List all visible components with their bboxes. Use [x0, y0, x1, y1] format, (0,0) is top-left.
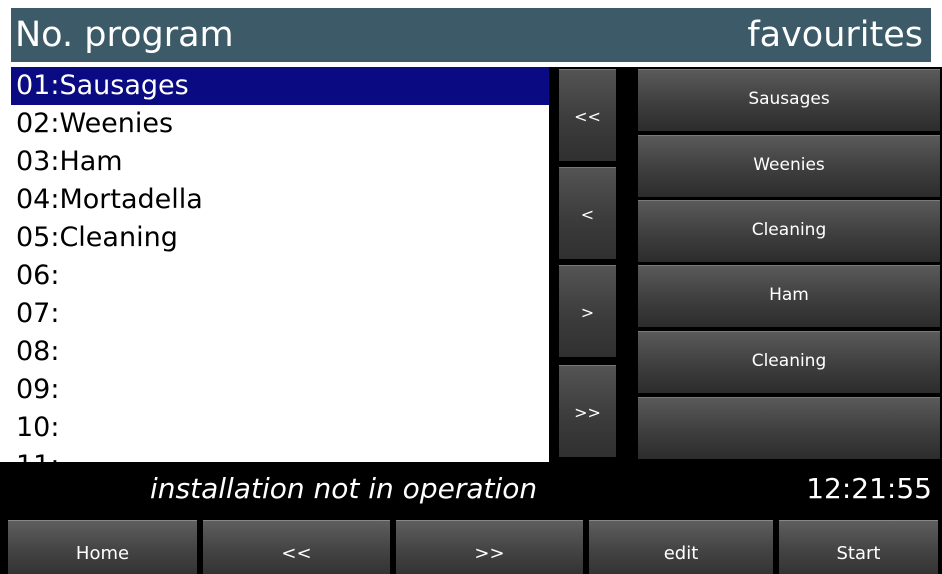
- edit-button-label: edit: [663, 543, 699, 564]
- status-bar: installation not in operation 12:21:55: [0, 462, 942, 516]
- program-list-item[interactable]: 08:: [11, 333, 549, 371]
- program-list-item[interactable]: 10:: [11, 409, 549, 447]
- previous-button-label: <<: [281, 543, 312, 564]
- page-down-label: >: [580, 303, 595, 322]
- favourite-label: Ham: [769, 285, 809, 305]
- program-list[interactable]: 01:Sausages 02:Weenies 03:Ham 04:Mortade…: [11, 67, 549, 462]
- favourite-button[interactable]: [638, 397, 940, 459]
- page-last-label: >>: [574, 403, 601, 422]
- program-list-item[interactable]: 02:Weenies: [11, 105, 549, 143]
- favourite-button[interactable]: Weenies: [638, 135, 940, 197]
- previous-button[interactable]: <<: [203, 520, 390, 574]
- favourite-label: Cleaning: [751, 351, 827, 371]
- page-down-button[interactable]: >: [559, 265, 616, 357]
- start-button-label: Start: [836, 543, 881, 564]
- header-bar: No. program favourites: [11, 8, 931, 62]
- clock: 12:21:55: [806, 472, 932, 505]
- page-first-button[interactable]: <<: [559, 69, 616, 161]
- status-message: installation not in operation: [150, 472, 538, 505]
- favourites-title: favourites: [747, 15, 923, 55]
- home-button-label: Home: [75, 543, 130, 564]
- home-button[interactable]: Home: [8, 520, 197, 574]
- program-list-item[interactable]: 09:: [11, 371, 549, 409]
- favourite-button[interactable]: Cleaning: [638, 200, 940, 262]
- favourite-button[interactable]: Sausages: [638, 69, 940, 131]
- hmi-screen: No. program favourites 01:Sausages 02:We…: [0, 0, 942, 574]
- start-button[interactable]: Start: [779, 520, 938, 574]
- program-list-item[interactable]: 04:Mortadella: [11, 181, 549, 219]
- favourite-label: Sausages: [748, 89, 830, 109]
- program-list-item[interactable]: 03:Ham: [11, 143, 549, 181]
- edit-button[interactable]: edit: [589, 520, 773, 574]
- next-button[interactable]: >>: [396, 520, 583, 574]
- page-first-label: <<: [574, 107, 601, 126]
- favourite-button[interactable]: Cleaning: [638, 331, 940, 393]
- program-list-item[interactable]: 06:: [11, 257, 549, 295]
- program-list-item[interactable]: 11:: [11, 447, 549, 462]
- favourite-label: Cleaning: [751, 220, 827, 240]
- program-list-item[interactable]: 07:: [11, 295, 549, 333]
- page-last-button[interactable]: >>: [559, 365, 616, 457]
- page-up-button[interactable]: <: [559, 167, 616, 259]
- program-list-item[interactable]: 01:Sausages: [11, 67, 549, 105]
- next-button-label: >>: [474, 543, 505, 564]
- favourite-button[interactable]: Ham: [638, 265, 940, 327]
- page-up-label: <: [580, 205, 595, 224]
- favourites-panel: Sausages Weenies Cleaning Ham Cleaning: [636, 67, 942, 462]
- program-list-title: No. program: [15, 15, 234, 55]
- favourite-label: Weenies: [753, 155, 825, 175]
- list-navigation: << < > >>: [549, 67, 636, 462]
- program-list-item[interactable]: 05:Cleaning: [11, 219, 549, 257]
- bottom-toolbar: Home << >> edit Start: [0, 516, 942, 574]
